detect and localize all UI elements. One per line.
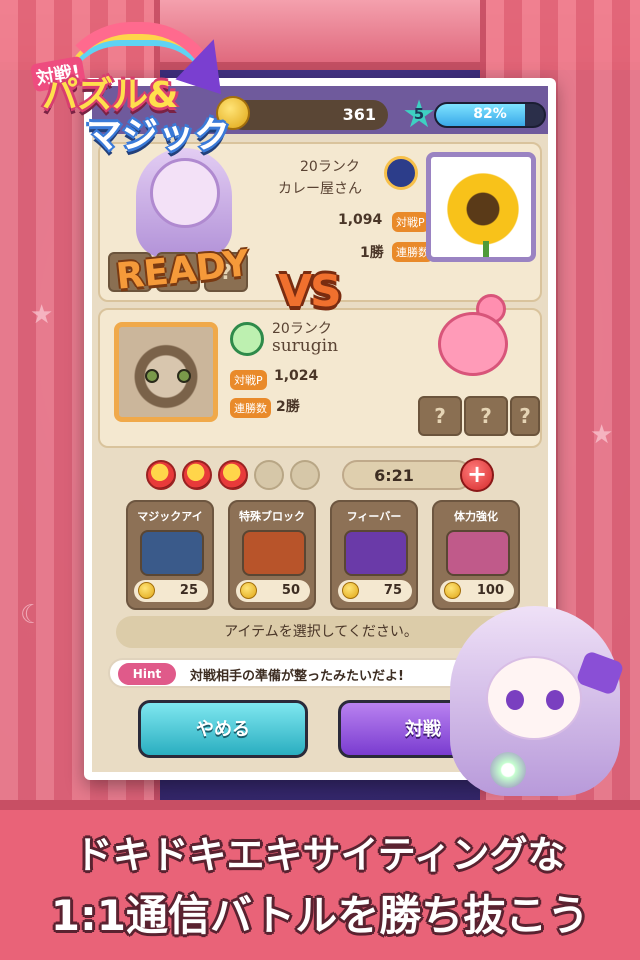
hint-text: 対戦相手の準備が整ったみたいだよ! xyxy=(190,669,404,684)
player-item-slot: ? xyxy=(510,396,540,436)
promo-banner: ドキドキエキサイティングな 1:1通信バトルを勝ち抜こう xyxy=(0,800,640,960)
magnifier-icon xyxy=(140,530,204,576)
item-cost: 25 xyxy=(134,580,208,602)
star-fever-icon xyxy=(344,530,408,576)
player-name: surugin xyxy=(272,336,339,356)
timer-value: 6:21 xyxy=(374,466,414,485)
item-cost: 100 xyxy=(440,580,514,602)
fire-block-icon xyxy=(242,530,306,576)
coin-icon xyxy=(138,582,155,599)
item-list: マジックアイ 25 特殊ブロック 50 フィーバー 75 体力強化 100 xyxy=(126,500,522,610)
opponent-wins: 1勝 xyxy=(360,245,384,261)
heart-empty-icon xyxy=(254,460,284,490)
sparkle-icon xyxy=(490,752,526,788)
game-logo: 対戦! パズル& マジック xyxy=(12,22,242,156)
player-rank: 20ランク xyxy=(272,321,332,337)
sunflower-icon xyxy=(443,169,523,249)
opponent-avatar xyxy=(426,152,536,262)
xp-bar: 82% xyxy=(434,102,546,128)
banner-line2: 1:1通信バトルを勝ち抜こう xyxy=(50,891,590,940)
coin-icon xyxy=(240,582,257,599)
player-avatar xyxy=(114,322,218,422)
level-number: 5 xyxy=(413,105,425,123)
heart-empty-icon xyxy=(290,460,320,490)
moon-decoration-icon: ☾ xyxy=(20,600,44,630)
rank-emblem-icon xyxy=(384,156,418,190)
pink-character xyxy=(430,294,530,394)
hint-tag: Hint xyxy=(118,663,176,685)
item-label: 体力強化 xyxy=(454,510,498,523)
wins-tag: 連勝数 xyxy=(230,398,271,418)
logo-title-line2: マジック xyxy=(86,115,231,156)
quit-button[interactable]: やめる xyxy=(138,700,308,758)
heart-full-icon xyxy=(218,460,248,490)
player-wins: 2勝 xyxy=(276,399,300,415)
potion-icon xyxy=(446,530,510,576)
coin-value: 361 xyxy=(342,105,376,124)
item-label: マジックアイ xyxy=(137,510,203,523)
item-magic-eye[interactable]: マジックアイ 25 xyxy=(126,500,214,610)
player-card: 20ランク surugin 対戦P 1,024 連勝数 2勝 ? ? ? xyxy=(98,294,542,448)
battle-points-tag: 対戦P xyxy=(230,370,267,390)
battle-points-tag: 対戦P xyxy=(392,212,429,232)
heart-full-icon xyxy=(182,460,212,490)
banner-line1: ドキドキエキサイティングな xyxy=(74,833,566,877)
coin-icon xyxy=(342,582,359,599)
xp-label: 82% xyxy=(473,106,507,122)
opponent-name: カレー屋さん xyxy=(278,181,362,197)
coin-icon xyxy=(444,582,461,599)
player-item-slot: ? xyxy=(418,396,462,436)
item-stamina-boost[interactable]: 体力強化 100 xyxy=(432,500,520,610)
coin-counter: 361 xyxy=(228,100,388,130)
vs-label: VS xyxy=(278,266,342,317)
heart-full-icon xyxy=(146,460,176,490)
add-stamina-button[interactable]: + xyxy=(460,458,494,492)
item-label: フィーバー xyxy=(346,510,402,523)
opponent-battle-points: 1,094 xyxy=(338,212,383,228)
stamina-timer: 6:21 xyxy=(342,460,472,490)
star-decoration-icon: ★ xyxy=(590,420,614,450)
item-label: 特殊ブロック xyxy=(239,510,305,523)
item-special-block[interactable]: 特殊ブロック 50 xyxy=(228,500,316,610)
player-battle-points: 1,024 xyxy=(274,368,319,384)
opponent-rank: 20ランク xyxy=(300,159,360,175)
item-cost: 50 xyxy=(236,580,310,602)
rank-gem-icon xyxy=(230,322,264,356)
mascot-character xyxy=(430,606,640,806)
star-decoration-icon: ★ xyxy=(30,300,54,330)
player-item-slot: ? xyxy=(464,396,508,436)
item-cost: 75 xyxy=(338,580,412,602)
item-fever[interactable]: フィーバー 75 xyxy=(330,500,418,610)
